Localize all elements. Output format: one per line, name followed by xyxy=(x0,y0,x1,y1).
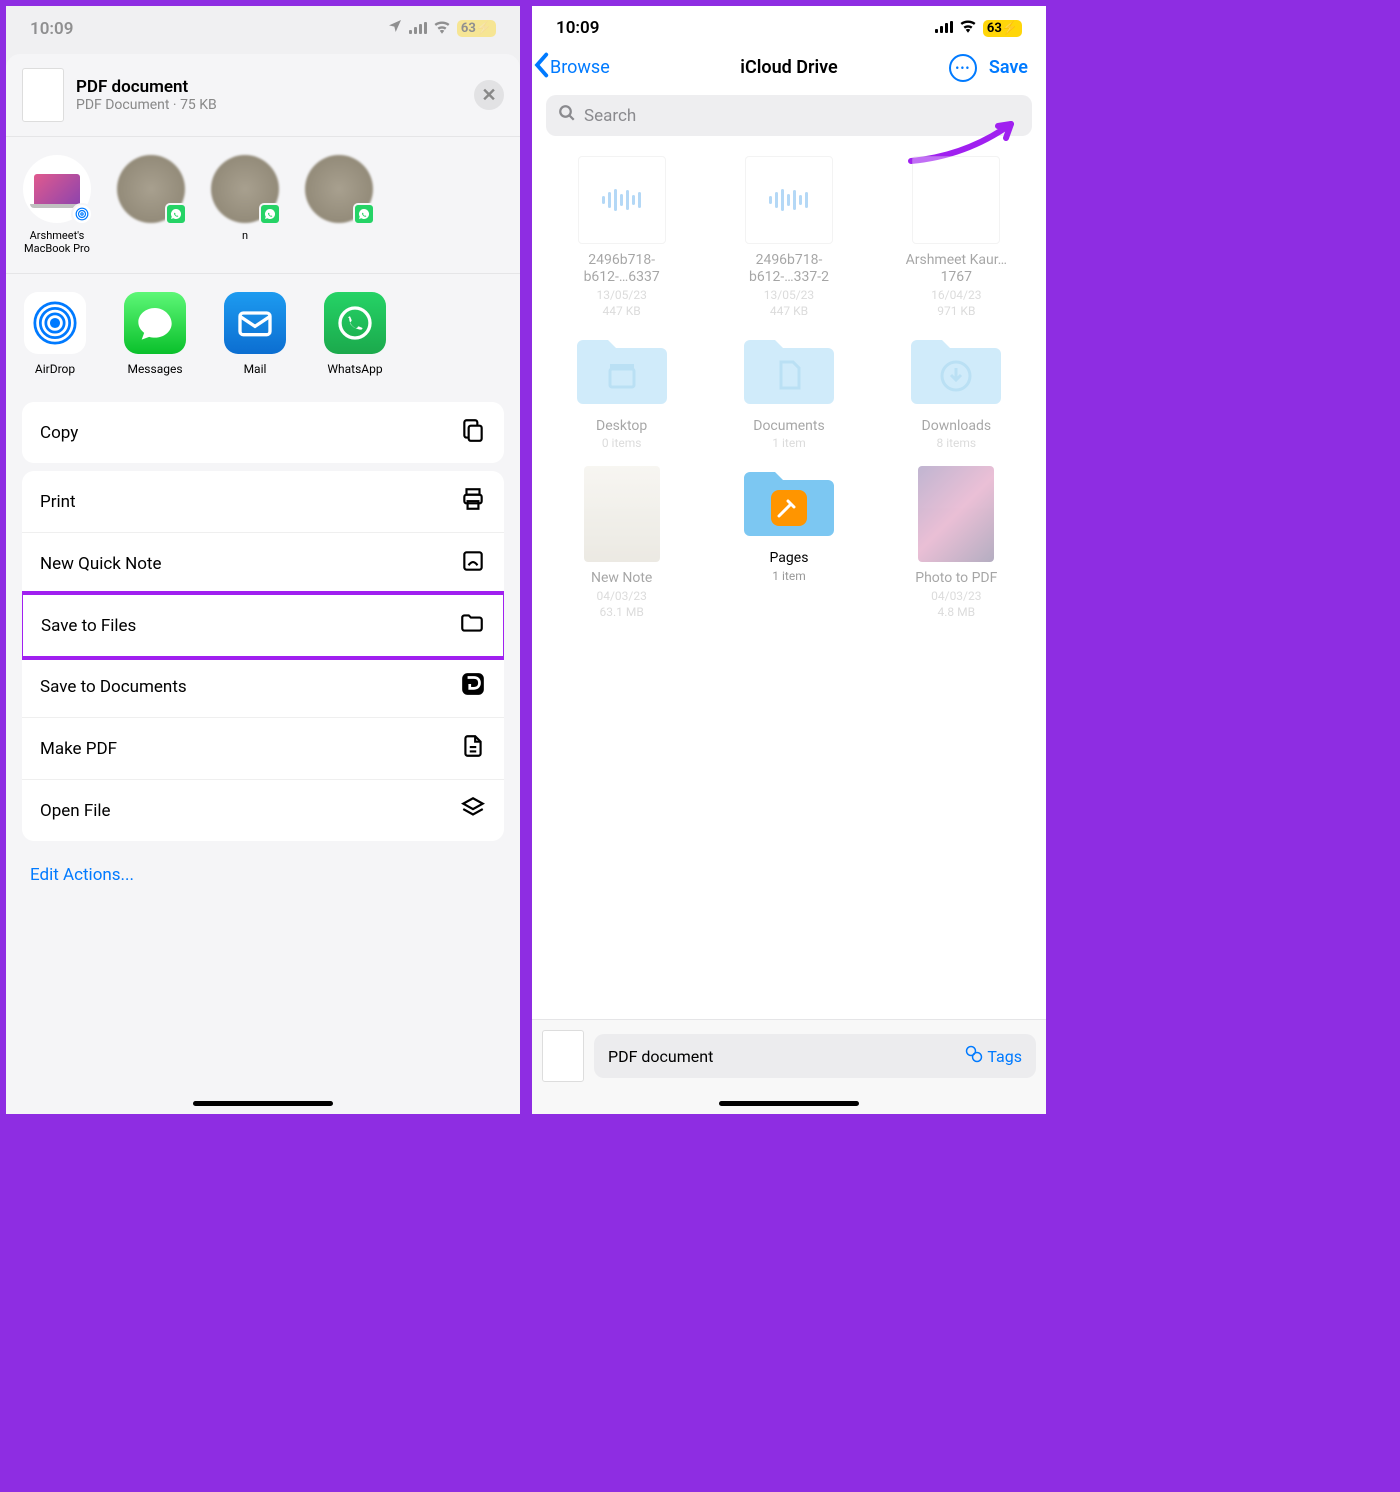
whatsapp-badge-icon xyxy=(165,203,187,225)
folder-icon xyxy=(459,610,485,641)
filename-value: PDF document xyxy=(608,1047,713,1066)
files-grid: 2496b718-b612-…6337 13/05/23 447 KB 2496… xyxy=(532,140,1046,635)
mail-icon xyxy=(224,292,286,354)
layers-icon xyxy=(460,795,486,826)
airdrop-badge-icon xyxy=(71,203,93,225)
app-label: Messages xyxy=(127,362,182,376)
status-bar: 10:09 63⚡ xyxy=(6,6,520,45)
wifi-icon xyxy=(959,18,977,38)
app-label: AirDrop xyxy=(35,362,75,376)
contact-label: n xyxy=(242,229,248,255)
tags-button[interactable]: Tags xyxy=(965,1045,1022,1067)
share-contact-whatsapp-1[interactable] xyxy=(116,155,186,255)
file-item-doc[interactable]: Arshmeet Kaur…1767 16/04/23 971 KB xyxy=(881,156,1032,318)
share-contacts-row: Arshmeet's MacBook Pro n xyxy=(6,137,520,273)
file-thumbnail-icon xyxy=(542,1030,584,1082)
action-print[interactable]: Print xyxy=(22,471,504,533)
print-icon xyxy=(460,486,486,517)
airdrop-icon xyxy=(24,292,86,354)
share-sheet: PDF document PDF Document · 75 KB ✕ Arsh… xyxy=(6,54,520,1114)
folder-icon xyxy=(739,334,839,410)
more-button[interactable]: ••• xyxy=(949,54,977,82)
battery-indicator: 63⚡ xyxy=(457,20,496,37)
file-item-photo[interactable]: Photo to PDF 04/03/23 4.8 MB xyxy=(881,466,1032,619)
file-item-note[interactable]: New Note 04/03/23 63.1 MB xyxy=(546,466,697,619)
app-messages[interactable]: Messages xyxy=(116,292,194,376)
action-save-to-documents[interactable]: Save to Documents xyxy=(22,656,504,718)
folder-icon xyxy=(906,334,1006,410)
whatsapp-badge-icon xyxy=(259,203,281,225)
wifi-icon xyxy=(433,19,451,39)
battery-indicator: 63⚡ xyxy=(983,20,1022,37)
app-label: WhatsApp xyxy=(327,362,382,376)
home-indicator[interactable] xyxy=(193,1101,333,1106)
audio-file-icon xyxy=(745,156,833,244)
app-airdrop[interactable]: AirDrop xyxy=(16,292,94,376)
action-copy[interactable]: Copy xyxy=(22,402,504,463)
contact-label: Arshmeet's MacBook Pro xyxy=(22,229,92,255)
file-thumbnail-icon xyxy=(22,68,64,122)
search-placeholder: Search xyxy=(584,106,636,126)
folder-icon xyxy=(739,466,839,542)
app-whatsapp[interactable]: WhatsApp xyxy=(316,292,394,376)
folder-icon xyxy=(572,334,672,410)
file-subtitle: PDF Document · 75 KB xyxy=(76,97,462,113)
status-time: 10:09 xyxy=(556,18,599,38)
whatsapp-icon xyxy=(324,292,386,354)
file-item-audio-1[interactable]: 2496b718-b612-…6337 13/05/23 447 KB xyxy=(546,156,697,318)
audio-file-icon xyxy=(578,156,666,244)
save-button[interactable]: Save xyxy=(989,57,1028,78)
signal-icon xyxy=(935,18,953,38)
whatsapp-badge-icon xyxy=(353,203,375,225)
file-item-audio-2[interactable]: 2496b718-b612-…337-2 13/05/23 447 KB xyxy=(713,156,864,318)
ellipsis-icon: ••• xyxy=(955,61,970,75)
back-label: Browse xyxy=(550,57,610,78)
app-mail[interactable]: Mail xyxy=(216,292,294,376)
bottom-bar: PDF document Tags xyxy=(532,1019,1046,1114)
sheet-header: PDF document PDF Document · 75 KB ✕ xyxy=(6,54,520,136)
folder-documents[interactable]: Documents 1 item xyxy=(713,334,864,451)
tag-icon xyxy=(965,1045,983,1067)
back-button[interactable]: Browse xyxy=(532,52,610,83)
signal-icon xyxy=(409,19,427,39)
app-label: Mail xyxy=(244,362,267,376)
image-thumbnail-icon xyxy=(918,466,994,562)
close-button[interactable]: ✕ xyxy=(474,80,504,110)
document-file-icon xyxy=(912,156,1000,244)
files-picker-screen: 10:09 63⚡ Browse iCloud Drive ••• Save S… xyxy=(532,6,1046,1114)
status-time: 10:09 xyxy=(30,19,73,39)
share-sheet-screen: 10:09 63⚡ PDF document PDF Document · 75… xyxy=(6,6,520,1114)
file-title: PDF document xyxy=(76,77,462,97)
copy-icon xyxy=(460,417,486,448)
status-bar: 10:09 63⚡ xyxy=(532,6,1046,44)
search-input[interactable]: Search xyxy=(546,95,1032,136)
document-icon xyxy=(460,733,486,764)
share-contact-whatsapp-3[interactable] xyxy=(304,155,374,255)
filename-field[interactable]: PDF document Tags xyxy=(594,1034,1036,1078)
messages-icon xyxy=(124,292,186,354)
action-new-quick-note[interactable]: New Quick Note xyxy=(22,533,504,595)
share-apps-row: AirDrop Messages Mail WhatsApp xyxy=(6,274,520,394)
share-contact-whatsapp-2[interactable]: n xyxy=(210,155,280,255)
search-icon xyxy=(558,104,576,127)
chevron-left-icon xyxy=(532,52,550,83)
location-icon xyxy=(387,18,403,39)
action-open-file[interactable]: Open File xyxy=(22,780,504,841)
home-indicator[interactable] xyxy=(719,1101,859,1106)
folder-downloads[interactable]: Downloads 8 items xyxy=(881,334,1032,451)
note-icon xyxy=(460,548,486,579)
action-save-to-files[interactable]: Save to Files xyxy=(22,591,504,660)
image-thumbnail-icon xyxy=(584,466,660,562)
nav-bar: Browse iCloud Drive ••• Save xyxy=(532,44,1046,91)
page-title: iCloud Drive xyxy=(740,57,837,78)
close-icon: ✕ xyxy=(481,85,496,106)
share-contact-airdrop[interactable]: Arshmeet's MacBook Pro xyxy=(22,155,92,255)
folder-pages[interactable]: Pages 1 item xyxy=(713,466,864,619)
documents-app-icon xyxy=(460,671,486,702)
edit-actions-button[interactable]: Edit Actions... xyxy=(6,849,520,901)
action-make-pdf[interactable]: Make PDF xyxy=(22,718,504,780)
folder-desktop[interactable]: Desktop 0 items xyxy=(546,334,697,451)
